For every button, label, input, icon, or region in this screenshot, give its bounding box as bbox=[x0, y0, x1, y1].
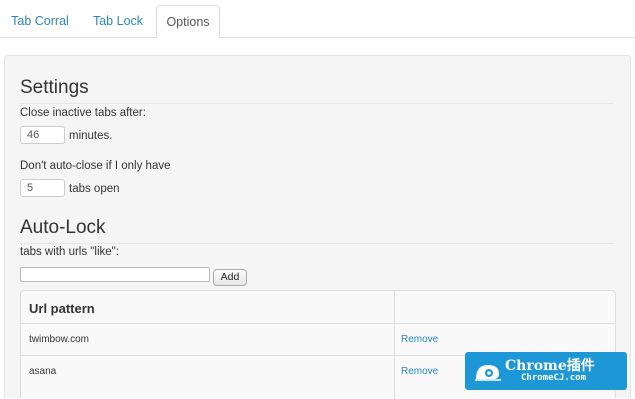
autolock-divider bbox=[20, 243, 614, 244]
url-pattern-header: Url pattern bbox=[29, 301, 95, 316]
remove-link[interactable]: Remove bbox=[401, 366, 438, 377]
chromecj-watermark: Chrome插件 ChromeCJ.com bbox=[465, 352, 627, 390]
remove-link[interactable]: Remove bbox=[401, 334, 438, 345]
add-button[interactable]: Add bbox=[213, 269, 247, 286]
tab-options[interactable]: Options bbox=[156, 5, 220, 39]
watermark-subtitle: ChromeCJ.com bbox=[521, 373, 587, 383]
watermark-title: Chrome插件 bbox=[505, 358, 595, 374]
close-inactive-label: Close inactive tabs after: bbox=[20, 107, 146, 119]
table-row: twimbow.com Remove bbox=[21, 323, 615, 355]
tab-tab-corral[interactable]: Tab Corral bbox=[2, 5, 78, 38]
snail-icon bbox=[475, 365, 501, 381]
settings-divider bbox=[20, 103, 614, 104]
autolock-heading: Auto-Lock bbox=[20, 217, 106, 238]
url-pattern-cell: asana bbox=[29, 366, 57, 377]
minutes-label: minutes. bbox=[69, 130, 113, 142]
min-tabs-input[interactable]: 5 bbox=[20, 179, 65, 197]
tabs-open-label: tabs open bbox=[69, 183, 120, 195]
tab-tab-lock[interactable]: Tab Lock bbox=[80, 5, 156, 38]
url-pattern-input[interactable] bbox=[20, 267, 210, 282]
settings-heading: Settings bbox=[20, 77, 89, 98]
url-pattern-cell: twimbow.com bbox=[29, 334, 90, 345]
min-tabs-label: Don't auto-close if I only have bbox=[20, 160, 171, 172]
tab-bar: Tab Corral Tab Lock Options bbox=[0, 0, 635, 39]
close-inactive-minutes-input[interactable]: 46 bbox=[20, 126, 65, 144]
url-like-label: tabs with urls "like": bbox=[20, 246, 119, 258]
